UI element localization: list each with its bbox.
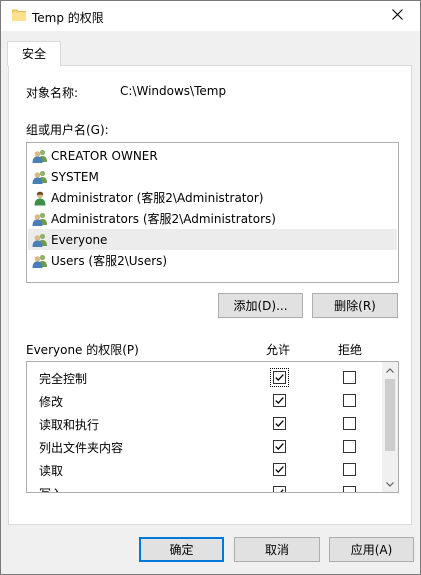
cancel-button[interactable]: 取消	[234, 537, 320, 562]
group-icon	[32, 169, 48, 185]
allow-checkbox[interactable]	[270, 368, 289, 387]
folder-icon	[11, 9, 27, 22]
users-label: 组或用户名(G):	[26, 123, 109, 137]
allow-checkbox[interactable]	[273, 463, 286, 476]
permission-row: 修改	[27, 389, 382, 412]
permission-list[interactable]: 完全控制修改读取和执行列出文件夹内容读取写入	[26, 361, 399, 493]
ok-button[interactable]: 确定	[139, 537, 224, 562]
permission-name: 列出文件夹内容	[39, 441, 124, 455]
deny-header: 拒绝	[338, 343, 363, 357]
remove-button[interactable]: 删除(R)	[312, 293, 398, 318]
close-button[interactable]	[374, 1, 420, 31]
allow-checkbox[interactable]	[273, 486, 286, 492]
apply-button[interactable]: 应用(A)	[329, 537, 414, 562]
user-list-item[interactable]: SYSTEM	[28, 166, 397, 187]
permission-name: 写入	[39, 485, 63, 492]
user-name: Administrators (客服2\Administrators)	[51, 212, 276, 226]
close-icon	[391, 9, 403, 23]
scroll-thumb[interactable]	[385, 379, 395, 451]
permission-row: 读取和执行	[27, 412, 382, 435]
user-name: Everyone	[51, 232, 108, 247]
title-bar: Temp 的权限	[1, 1, 420, 31]
group-icon	[32, 148, 48, 164]
scroll-down-icon[interactable]	[382, 476, 398, 492]
user-list-item[interactable]: Users (客服2\Users)	[28, 250, 397, 271]
deny-checkbox[interactable]	[343, 371, 356, 384]
deny-checkbox[interactable]	[343, 463, 356, 476]
deny-checkbox[interactable]	[343, 417, 356, 430]
user-list-item[interactable]: Administrator (客服2\Administrator)	[28, 187, 397, 208]
allow-checkbox[interactable]	[273, 417, 286, 430]
user-list-item[interactable]: CREATOR OWNER	[28, 145, 397, 166]
permission-row: 列出文件夹内容	[27, 435, 382, 458]
deny-checkbox[interactable]	[343, 440, 356, 453]
permission-name: 读取和执行	[39, 418, 100, 432]
scroll-up-icon[interactable]	[382, 362, 398, 378]
add-button[interactable]: 添加(D)...	[218, 293, 303, 318]
user-name: SYSTEM	[51, 169, 99, 184]
allow-checkbox[interactable]	[273, 440, 286, 453]
allow-checkbox[interactable]	[273, 394, 286, 407]
user-list-item[interactable]: Everyone	[28, 229, 397, 250]
user-list[interactable]: CREATOR OWNER SYSTEM Administrator (客服2\Ad…	[26, 142, 399, 283]
permission-name: 完全控制	[39, 372, 88, 386]
permissions-label: Everyone 的权限(P)	[26, 343, 139, 357]
permission-scrollbar[interactable]	[382, 362, 398, 492]
user-list-item[interactable]: Administrators (客服2\Administrators)	[28, 208, 397, 229]
permission-row: 读取	[27, 458, 382, 481]
deny-checkbox[interactable]	[343, 486, 356, 492]
permission-name: 读取	[39, 464, 64, 478]
user-name: CREATOR OWNER	[51, 148, 158, 163]
user-name: Administrator (客服2\Administrator)	[51, 191, 264, 205]
user-icon	[32, 190, 48, 206]
deny-checkbox[interactable]	[343, 394, 356, 407]
window-title: Temp 的权限	[32, 11, 104, 25]
group-icon	[32, 253, 48, 269]
object-name-label: 对象名称:	[26, 86, 79, 100]
tab-security[interactable]: 安全	[7, 41, 61, 66]
group-icon	[32, 211, 48, 227]
allow-header: 允许	[266, 343, 291, 357]
permission-row: 写入	[27, 481, 382, 492]
security-panel: 对象名称: C:\Windows\Temp 组或用户名(G): CREATOR …	[8, 65, 412, 525]
permission-row: 完全控制	[27, 366, 382, 389]
user-name: Users (客服2\Users)	[51, 254, 168, 268]
group-icon	[32, 232, 48, 248]
permissions-dialog: Temp 的权限 安全 对象名称: C:\Windows\Temp 组或用户名(…	[0, 0, 421, 575]
permission-name: 修改	[39, 395, 64, 409]
object-name-value: C:\Windows\Temp	[120, 84, 227, 98]
